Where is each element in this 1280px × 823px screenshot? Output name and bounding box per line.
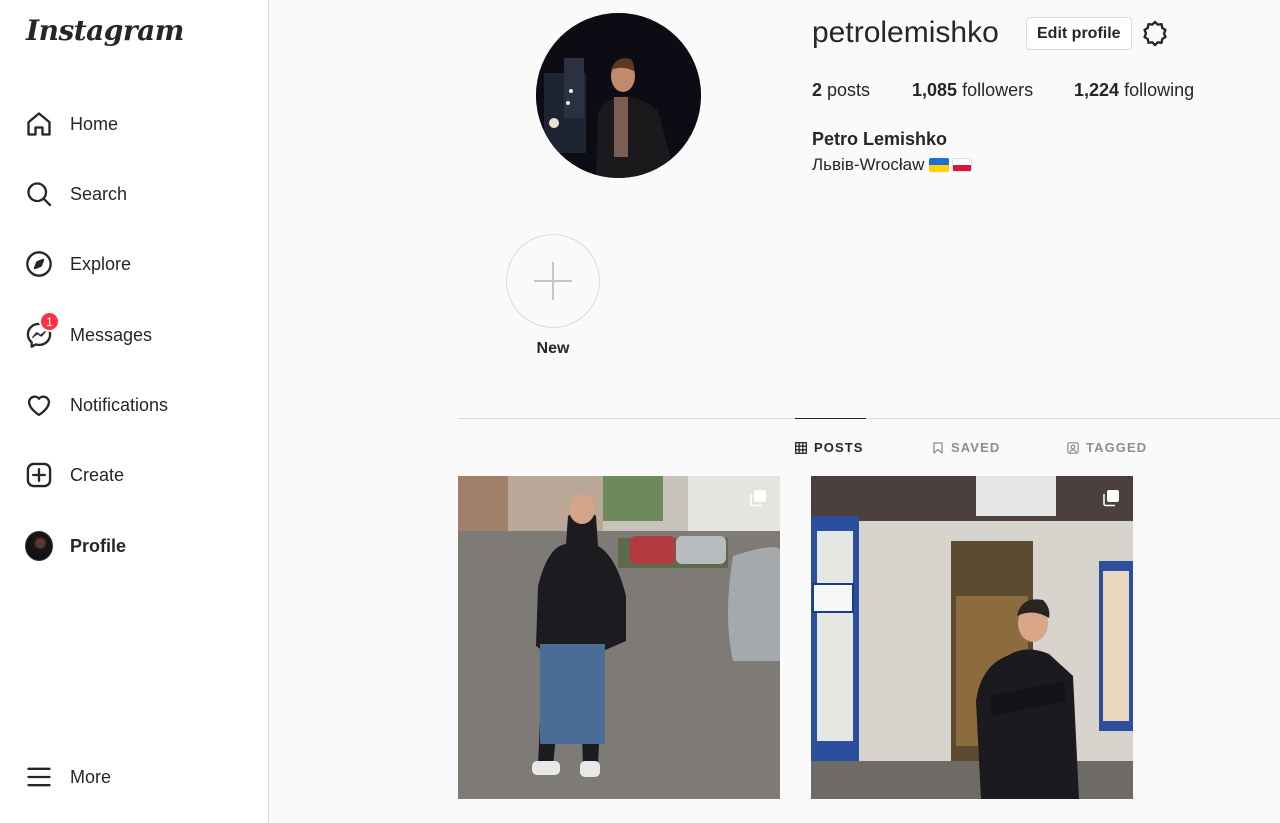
sidebar-item-label: Explore	[70, 253, 132, 274]
tab-tagged[interactable]: TAGGED	[1067, 440, 1147, 455]
avatar	[25, 531, 53, 561]
sidebar-item-more[interactable]: More	[12, 749, 256, 805]
sidebar-item-create[interactable]: Create	[12, 447, 256, 503]
heart-icon	[25, 391, 53, 419]
grid-icon	[795, 441, 807, 454]
new-highlight-button[interactable]	[506, 234, 600, 328]
plus-square-icon	[25, 461, 53, 489]
sidebar-item-notifications[interactable]: Notifications	[12, 377, 256, 433]
tagged-icon	[1067, 441, 1079, 454]
instagram-app: Instagram Home Search Explore 1 Messages…	[0, 0, 1280, 823]
following-count-value: 1,224	[1074, 80, 1120, 100]
plus-icon	[534, 262, 572, 300]
sidebar-item-explore[interactable]: Explore	[12, 236, 256, 292]
bookmark-icon	[933, 441, 943, 454]
profile-full-name: Petro Lemishko	[812, 129, 948, 149]
search-icon	[25, 180, 53, 208]
tabs-divider	[458, 418, 1280, 419]
settings-icon[interactable]	[1141, 19, 1169, 47]
followers-count-label: followers	[962, 80, 1034, 100]
sidebar-item-search[interactable]: Search	[12, 166, 256, 222]
poland-flag-icon	[952, 158, 973, 172]
tab-label: POSTS	[814, 440, 864, 455]
followers-link[interactable]: 1,085 followers	[912, 80, 1033, 101]
sidebar-item-label: More	[70, 766, 112, 787]
posts-count-value: 2	[812, 80, 823, 100]
menu-icon	[25, 763, 53, 791]
posts-count: 2 posts	[812, 80, 870, 101]
posts-count-label: posts	[827, 80, 871, 100]
post-photo	[811, 476, 1133, 799]
profile-avatar[interactable]	[536, 13, 701, 178]
post-thumbnail[interactable]	[811, 476, 1133, 799]
sidebar-item-label: Notifications	[70, 394, 169, 415]
sidebar: Instagram Home Search Explore 1 Messages…	[0, 0, 269, 823]
tab-label: TAGGED	[1086, 440, 1148, 455]
sidebar-item-label: Profile	[70, 535, 127, 556]
ukraine-flag-icon	[929, 158, 950, 172]
tab-posts[interactable]: POSTS	[795, 440, 864, 455]
sidebar-item-messages[interactable]: 1 Messages	[12, 307, 256, 363]
sidebar-item-label: Messages	[70, 324, 153, 345]
avatar-icon	[25, 531, 53, 561]
carousel-icon	[748, 488, 768, 508]
sidebar-item-home[interactable]: Home	[12, 96, 256, 152]
home-icon	[25, 110, 53, 138]
following-count-label: following	[1124, 80, 1195, 100]
bio-text: Львів-Wrocław	[812, 155, 925, 174]
sidebar-item-label: Create	[70, 464, 125, 485]
new-highlight-label: New	[536, 340, 570, 357]
active-tab-indicator	[795, 418, 866, 419]
instagram-logo[interactable]: Instagram	[26, 14, 184, 47]
profile-username: petrolemishko	[812, 16, 999, 49]
post-photo	[458, 476, 780, 799]
compass-icon	[25, 250, 53, 278]
edit-profile-button[interactable]: Edit profile	[1026, 17, 1132, 50]
sidebar-item-label: Search	[70, 183, 128, 204]
tab-label: SAVED	[951, 440, 1001, 455]
following-link[interactable]: 1,224 following	[1074, 80, 1194, 101]
messenger-icon: 1	[25, 311, 60, 349]
profile-bio: Львів-Wrocław	[812, 155, 973, 175]
carousel-icon	[1101, 488, 1121, 508]
sidebar-item-label: Home	[70, 113, 119, 134]
followers-count-value: 1,085	[912, 80, 958, 100]
sidebar-item-profile[interactable]: Profile	[12, 518, 256, 574]
profile-photo	[536, 13, 701, 178]
post-thumbnail[interactable]	[458, 476, 780, 799]
tab-saved[interactable]: SAVED	[932, 440, 1000, 455]
notification-badge: 1	[39, 311, 60, 332]
